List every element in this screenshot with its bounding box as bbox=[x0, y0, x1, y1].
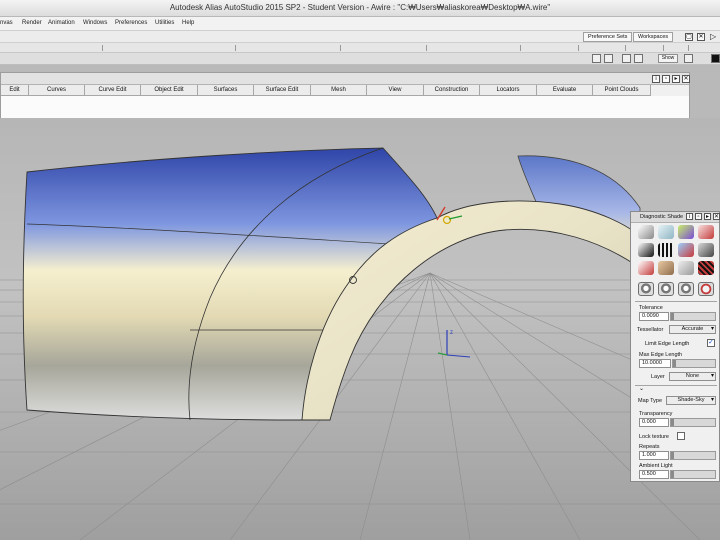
toggle-one-icon[interactable] bbox=[638, 282, 654, 296]
toolbar-strip: Preference Sets Workspaces ▢ ✕ ▷ bbox=[0, 31, 720, 43]
show-button[interactable]: Show bbox=[658, 54, 678, 63]
transparency-label: Transparency bbox=[639, 411, 673, 417]
collapse-icon[interactable]: ▫ bbox=[662, 75, 670, 83]
tab-view[interactable]: View bbox=[367, 85, 424, 96]
tab-object-edit[interactable]: Object Edit bbox=[141, 85, 198, 96]
info-icon[interactable]: i bbox=[652, 75, 660, 83]
settings-icon[interactable] bbox=[684, 54, 693, 63]
repeats-slider[interactable] bbox=[670, 451, 716, 460]
preference-sets-button[interactable]: Preference Sets bbox=[583, 32, 633, 42]
limit-edge-label: Limit Edge Length bbox=[645, 341, 690, 347]
tab-surfaces[interactable]: Surfaces bbox=[198, 85, 254, 96]
transparency-slider[interactable] bbox=[670, 418, 716, 427]
menu-animation[interactable]: Animation bbox=[48, 20, 75, 26]
ambient-light-label: Ambient Light bbox=[639, 463, 673, 469]
workspaces-button[interactable]: Workspaces bbox=[633, 32, 674, 42]
section-chevron-icon[interactable]: ⌄ bbox=[639, 385, 644, 392]
tab-curves[interactable]: Curves bbox=[29, 85, 85, 96]
play-icon[interactable]: ▷ bbox=[710, 32, 716, 41]
tessellator-dropdown[interactable]: Accurate bbox=[669, 325, 716, 334]
menu-render[interactable]: Render bbox=[22, 20, 42, 26]
shade-tan-icon[interactable] bbox=[658, 261, 674, 275]
max-edge-field[interactable]: 10.0000 bbox=[639, 359, 671, 368]
shade-curvature-icon[interactable] bbox=[678, 243, 694, 257]
tab-point-clouds[interactable]: Point Clouds bbox=[593, 85, 651, 96]
view-icon[interactable] bbox=[592, 54, 601, 63]
window-title: Autodesk Alias AutoStudio 2015 SP2 - Stu… bbox=[169, 3, 551, 12]
scene: z bbox=[0, 147, 720, 540]
shade-glass-icon[interactable] bbox=[658, 225, 674, 239]
shelf-strip bbox=[0, 43, 720, 53]
title-bar: Autodesk Alias AutoStudio 2015 SP2 - Stu… bbox=[0, 0, 720, 17]
shade-stripes-icon[interactable] bbox=[658, 243, 674, 257]
menu-preferences[interactable]: Preferences bbox=[115, 20, 147, 26]
map-type-label: Map Type bbox=[638, 398, 663, 404]
menu-windows[interactable]: Windows bbox=[83, 20, 107, 26]
3d-viewport[interactable]: z bbox=[0, 118, 720, 540]
diagnostic-title: Diagnostic Shade bbox=[640, 214, 684, 220]
toggle-three-icon[interactable] bbox=[678, 282, 694, 296]
palette-close-icon[interactable]: ✕ bbox=[682, 75, 690, 83]
expand-icon[interactable]: ▸ bbox=[672, 75, 680, 83]
layer-dropdown[interactable]: None bbox=[669, 372, 716, 381]
map-type-dropdown[interactable]: Shade-Sky bbox=[666, 396, 716, 405]
shade-draft-icon[interactable] bbox=[638, 261, 654, 275]
lock-texture-label: Lock texture bbox=[639, 434, 669, 440]
shade-metal-icon[interactable] bbox=[638, 225, 654, 239]
restore-icon[interactable]: ▢ bbox=[685, 33, 693, 41]
tolerance-label: Tolerance bbox=[639, 305, 663, 311]
shade-silver-icon[interactable] bbox=[678, 261, 694, 275]
axis-indicator: z bbox=[437, 330, 471, 358]
shade-zebra-icon[interactable] bbox=[698, 261, 714, 275]
max-edge-slider[interactable] bbox=[672, 359, 716, 368]
ambient-light-field[interactable]: 0.500 bbox=[639, 470, 669, 479]
tab-curve-edit[interactable]: Curve Edit bbox=[85, 85, 141, 96]
ambient-light-slider[interactable] bbox=[670, 470, 716, 479]
color-icon[interactable] bbox=[711, 54, 720, 63]
axis-label-z: z bbox=[450, 330, 453, 336]
menu-canvas[interactable]: nvas bbox=[0, 20, 13, 26]
tolerance-field[interactable]: 0.0090 bbox=[639, 312, 669, 321]
grid-icon[interactable] bbox=[622, 54, 631, 63]
repeats-label: Repeats bbox=[639, 444, 660, 450]
diagnostic-title-bar: Diagnostic Shade i ▫ ▸ ✕ bbox=[631, 212, 720, 223]
palette-title-bar: i ▫ ▸ ✕ bbox=[1, 73, 690, 85]
repeats-field[interactable]: 1.000 bbox=[639, 451, 669, 460]
menu-help[interactable]: Help bbox=[182, 20, 194, 26]
toggle-two-icon[interactable] bbox=[658, 282, 674, 296]
control-strip: Show bbox=[0, 53, 720, 65]
tab-mesh[interactable]: Mesh bbox=[311, 85, 367, 96]
tab-edit[interactable]: Edit bbox=[1, 85, 29, 96]
diag-info-icon[interactable]: i bbox=[686, 213, 693, 220]
diag-close-icon[interactable]: ✕ bbox=[713, 213, 720, 220]
palette-tabs: Edit Curves Curve Edit Object Edit Surfa… bbox=[1, 85, 651, 96]
camera-icon[interactable] bbox=[604, 54, 613, 63]
menu-utilities[interactable]: Utilities bbox=[155, 20, 174, 26]
tab-construction[interactable]: Construction bbox=[424, 85, 480, 96]
max-edge-label: Max Edge Length bbox=[639, 352, 683, 358]
tool-palette: i ▫ ▸ ✕ Edit Curves Curve Edit Object Ed… bbox=[0, 72, 690, 118]
tab-surface-edit[interactable]: Surface Edit bbox=[254, 85, 311, 96]
lock-texture-checkbox[interactable] bbox=[677, 432, 685, 440]
layer-label: Layer bbox=[651, 374, 665, 380]
tab-evaluate[interactable]: Evaluate bbox=[537, 85, 593, 96]
limit-edge-checkbox[interactable]: ✓ bbox=[707, 339, 715, 347]
menu-bar: nvas Render Animation Windows Preference… bbox=[0, 17, 720, 31]
close-icon[interactable]: ✕ bbox=[697, 33, 705, 41]
tessellator-label: Tessellator bbox=[637, 327, 664, 333]
palette-body bbox=[1, 96, 689, 118]
shade-red-icon[interactable] bbox=[698, 225, 714, 239]
transparency-field[interactable]: 0.000 bbox=[639, 418, 669, 427]
layout-icon[interactable] bbox=[634, 54, 643, 63]
toggle-four-icon[interactable] bbox=[698, 282, 714, 296]
diag-collapse-icon[interactable]: ▫ bbox=[695, 213, 702, 220]
shade-contrast-icon[interactable] bbox=[638, 243, 654, 257]
shade-gray-icon[interactable] bbox=[698, 243, 714, 257]
diag-expand-icon[interactable]: ▸ bbox=[704, 213, 711, 220]
tab-locators[interactable]: Locators bbox=[480, 85, 537, 96]
shade-color-icon[interactable] bbox=[678, 225, 694, 239]
diagnostic-shade-panel: Diagnostic Shade i ▫ ▸ ✕ Tolerance 0.009… bbox=[630, 211, 720, 482]
tolerance-slider[interactable] bbox=[670, 312, 716, 321]
